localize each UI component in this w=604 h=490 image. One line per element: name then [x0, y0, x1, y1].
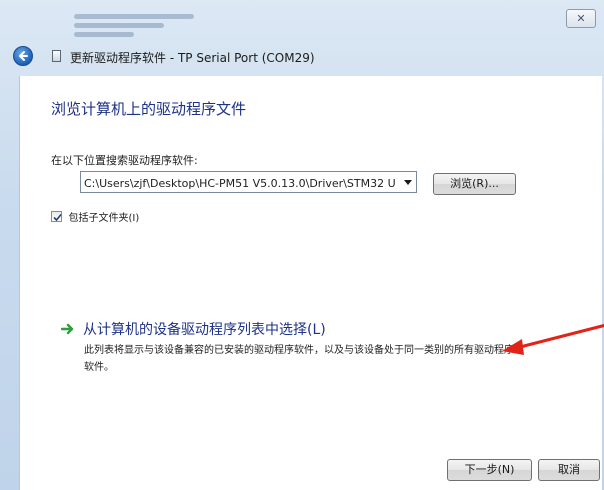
- close-button[interactable]: ✕: [566, 9, 596, 28]
- driver-path-value[interactable]: C:\Users\zjf\Desktop\HC-PM51 V5.0.13.0\D…: [84, 175, 396, 191]
- title-bar: ✕ 更新驱动程序软件 - TP Serial Port (COM29): [0, 0, 604, 76]
- back-button[interactable]: [13, 46, 33, 66]
- include-subfolders-checkbox[interactable]: [51, 211, 62, 222]
- content-panel: 浏览计算机上的驱动程序文件 在以下位置搜索驱动程序软件: C:\Users\zj…: [19, 76, 604, 490]
- dialog-window: ✕ 更新驱动程序软件 - TP Serial Port (COM29) 浏览计算…: [0, 0, 604, 490]
- search-location-label: 在以下位置搜索驱动程序软件:: [51, 154, 198, 167]
- checkmark-icon: [53, 213, 62, 222]
- back-arrow-icon: [19, 51, 28, 61]
- cancel-button[interactable]: 取消: [538, 459, 600, 481]
- include-subfolders-label: 包括子文件夹(I): [68, 213, 140, 224]
- chevron-down-icon[interactable]: [404, 180, 412, 185]
- device-icon: [52, 50, 61, 62]
- page-heading: 浏览计算机上的驱动程序文件: [51, 100, 247, 118]
- include-subfolders-option[interactable]: 包括子文件夹(I): [51, 209, 139, 224]
- window-title: 更新驱动程序软件 - TP Serial Port (COM29): [70, 51, 315, 65]
- green-arrow-icon: [61, 323, 74, 335]
- red-annotation-arrow: [502, 323, 604, 355]
- choose-from-list-link[interactable]: 从计算机的设备驱动程序列表中选择(L): [83, 319, 326, 339]
- driver-path-combobox[interactable]: C:\Users\zjf\Desktop\HC-PM51 V5.0.13.0\D…: [80, 171, 417, 193]
- browse-button[interactable]: 浏览(R)...: [433, 173, 516, 195]
- choose-from-list-description: 此列表将显示与该设备兼容的已安装的驱动程序软件，以及与该设备处于同一类别的所有驱…: [84, 345, 514, 373]
- close-icon: ✕: [576, 12, 586, 25]
- next-button[interactable]: 下一步(N): [447, 459, 532, 481]
- blurred-window-caption: [74, 10, 224, 44]
